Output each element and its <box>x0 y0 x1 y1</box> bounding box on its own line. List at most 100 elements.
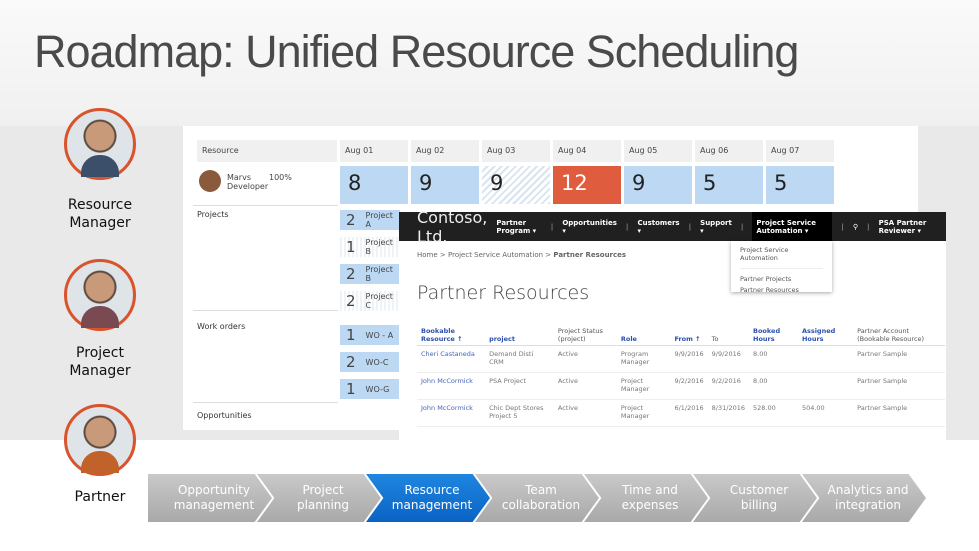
nav-project-service-automation[interactable]: Project Service Automation ▾ <box>752 212 833 241</box>
day-header: Aug 07 <box>766 140 834 162</box>
day-header: Aug 03 <box>482 140 550 162</box>
table-cell: Partner Sample <box>853 372 945 400</box>
step-chevron[interactable]: Project planning <box>257 474 381 522</box>
menu-item[interactable]: Partner Resources <box>740 286 823 294</box>
day-hours-cell[interactable]: 9 <box>482 166 550 204</box>
resource-manager-avatar <box>64 108 136 180</box>
column-header[interactable]: From ↑ <box>670 325 708 346</box>
nav-user-menu[interactable]: PSA Partner Reviewer ▾ <box>879 219 937 235</box>
resource-column-header: Resource <box>197 140 337 162</box>
nav-partner-program[interactable]: Partner Program ▾ <box>496 219 541 235</box>
column-header[interactable]: project <box>485 325 554 346</box>
day-header: Aug 01 <box>340 140 408 162</box>
partner-resources-table: Bookable Resource ↑ project Project Status… <box>417 325 945 427</box>
work-orders-section-label: Work orders <box>197 322 246 331</box>
divider <box>193 402 338 403</box>
table-row[interactable]: John McCormick Chic Dept Stores Project 5… <box>417 399 945 427</box>
table-cell: Project Manager <box>616 372 671 400</box>
step-chevron[interactable]: Team collaboration <box>475 474 599 522</box>
portal-nav-bar: Contoso, Ltd. Partner Program ▾ | Opportu… <box>399 208 946 246</box>
menu-item[interactable]: Project Service Automation <box>740 246 823 269</box>
day-hours-cell[interactable]: 12 <box>553 166 621 204</box>
day-hours-cell[interactable]: 9 <box>624 166 692 204</box>
project-booking[interactable]: 2 Project C <box>340 291 400 311</box>
project-manager-avatar <box>64 259 136 331</box>
portal-logo[interactable]: Contoso, Ltd. <box>417 208 487 246</box>
table-row[interactable]: Cheri Castaneda Demand Disti CRM Active Pro… <box>417 345 945 373</box>
table-cell: Project Manager <box>616 399 671 427</box>
table-cell: 9/2/2016 <box>670 372 708 400</box>
table-cell: 8.00 <box>749 345 798 373</box>
search-icon[interactable]: ⚲ <box>853 223 858 231</box>
table-cell: 6/1/2016 <box>670 399 708 427</box>
table-cell: Partner Sample <box>853 399 945 427</box>
resource-role: Developer <box>227 182 269 191</box>
day-hours-cell[interactable]: 5 <box>695 166 763 204</box>
column-header[interactable]: Bookable Resource ↑ <box>417 325 486 346</box>
breadcrumb-home[interactable]: Home <box>417 251 438 259</box>
projects-section-label: Projects <box>197 210 229 219</box>
step-chevron[interactable]: Analytics and integration <box>802 474 926 522</box>
table-cell[interactable]: John McCormick <box>417 399 486 427</box>
table-cell: Program Manager <box>616 345 671 373</box>
nav-opportunities[interactable]: Opportunities ▾ <box>562 219 617 235</box>
table-cell: Chic Dept Stores Project 5 <box>485 399 554 427</box>
page-title: Partner Resources <box>417 282 590 304</box>
day-hours-cell[interactable]: 8 <box>340 166 408 204</box>
day-header: Aug 02 <box>411 140 479 162</box>
work-order-booking[interactable]: 2 WO-C <box>340 352 400 372</box>
table-cell: Active <box>553 399 617 427</box>
step-chevron[interactable]: Customer billing <box>693 474 817 522</box>
utilization: 100% <box>269 173 292 182</box>
breadcrumb-current: Partner Resources <box>553 251 627 259</box>
resource-avatar <box>199 170 221 192</box>
column-header[interactable]: Partner Account (Bookable Resource) <box>853 325 945 346</box>
persona-label: Project Manager <box>69 345 131 379</box>
project-booking[interactable]: 2 Project B <box>340 264 400 284</box>
work-order-booking[interactable]: 1 WO - A <box>340 325 400 345</box>
menu-item[interactable]: Partner Projects <box>740 275 823 283</box>
divider <box>193 205 338 206</box>
column-header[interactable]: Assigned Hours <box>797 325 854 346</box>
nav-support[interactable]: Support ▾ <box>700 219 732 235</box>
table-cell[interactable]: John McCormick <box>417 372 486 400</box>
project-booking[interactable]: 1 Project B <box>340 237 400 257</box>
work-order-booking[interactable]: 1 WO-G <box>340 379 400 399</box>
step-chevron[interactable]: Time and expenses <box>584 474 708 522</box>
process-chevrons: Opportunity management Project planning Re… <box>148 474 948 522</box>
step-chevron[interactable]: Resource management <box>366 474 490 522</box>
opportunities-section-label: Opportunities <box>197 411 252 420</box>
column-header[interactable]: Role <box>616 325 671 346</box>
day-header: Aug 05 <box>624 140 692 162</box>
table-cell: PSA Project <box>485 372 554 400</box>
breadcrumb-psa[interactable]: Project Service Automation <box>448 251 543 259</box>
table-cell: 9/9/2016 <box>670 345 708 373</box>
day-hours-cell[interactable]: 9 <box>411 166 479 204</box>
day-header: Aug 04 <box>553 140 621 162</box>
day-hours-cell[interactable]: 5 <box>766 166 834 204</box>
table-row[interactable]: John McCormick PSA Project Active Project M… <box>417 372 945 400</box>
table-cell: Partner Sample <box>853 345 945 373</box>
nav-customers[interactable]: Customers ▾ <box>637 219 679 235</box>
table-cell[interactable]: Cheri Castaneda <box>417 345 486 373</box>
resource-info[interactable]: Marvs Developer <box>227 173 268 191</box>
column-header[interactable]: To <box>707 325 749 346</box>
day-header: Aug 06 <box>695 140 763 162</box>
step-chevron[interactable]: Opportunity management <box>148 474 272 522</box>
psa-dropdown-menu: Project Service Automation Partner Proje… <box>731 241 832 294</box>
table-cell: 8.00 <box>749 372 798 400</box>
column-header[interactable]: Booked Hours <box>749 325 798 346</box>
slide-title: Roadmap: Unified Resource Scheduling <box>34 26 799 77</box>
partner-avatar <box>64 404 136 476</box>
resource-name: Marvs <box>227 173 251 182</box>
project-booking[interactable]: 2 Project A <box>340 210 400 230</box>
table-cell: 8/31/2016 <box>707 399 749 427</box>
table-cell: Active <box>553 345 617 373</box>
breadcrumb: Home > Project Service Automation > Part… <box>417 251 627 259</box>
persona-label: Resource Manager <box>67 197 133 231</box>
table-cell: Demand Disti CRM <box>485 345 554 373</box>
column-header[interactable]: Project Status (project) <box>553 325 617 346</box>
table-cell <box>797 345 854 373</box>
table-cell: 528.00 <box>749 399 798 427</box>
persona-label: Partner <box>74 489 126 505</box>
